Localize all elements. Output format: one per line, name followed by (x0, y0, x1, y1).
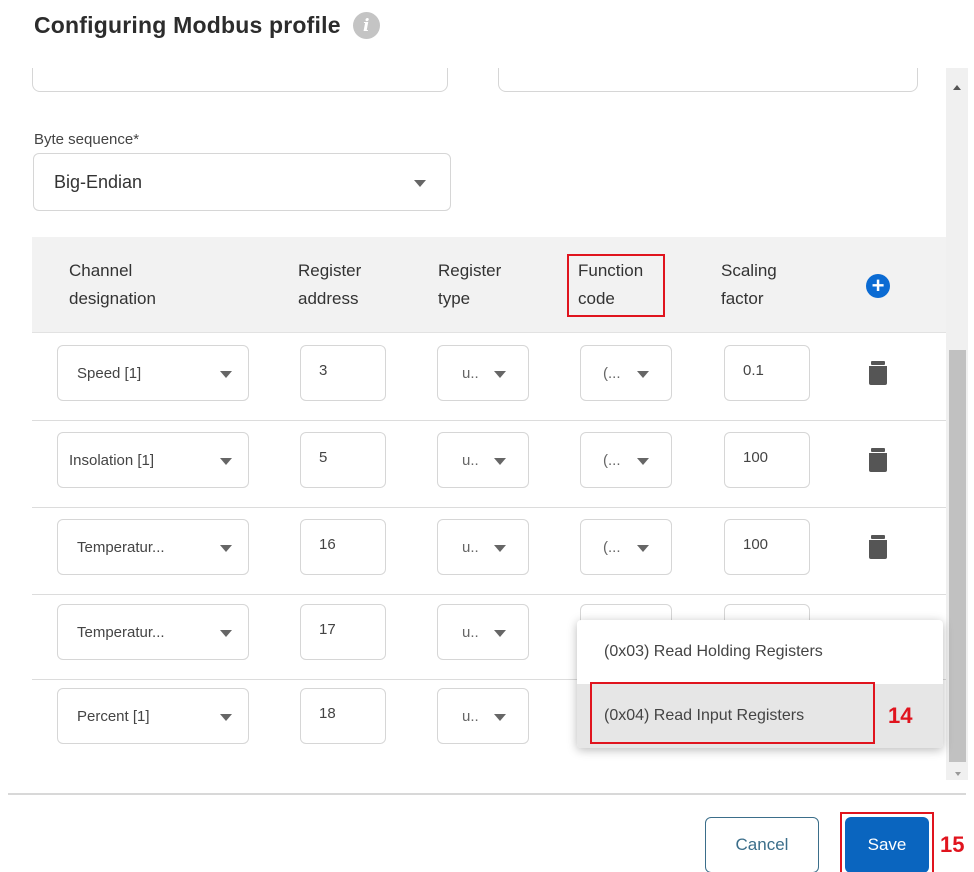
save-button[interactable]: Save (845, 817, 929, 872)
scroll-up-icon[interactable] (953, 85, 961, 90)
chevron-down-icon (494, 714, 506, 721)
function-code-select[interactable]: (... (580, 345, 672, 401)
byte-sequence-label: Byte sequence* (34, 131, 140, 148)
chevron-down-icon (220, 714, 232, 721)
channel-select[interactable]: Percent [1] (57, 688, 249, 744)
footer-divider (8, 793, 966, 795)
register-address-input[interactable]: 3 (300, 345, 386, 401)
channel-select[interactable]: Insolation [1] (57, 432, 249, 488)
partial-field-right[interactable] (498, 68, 918, 92)
register-address-input[interactable]: 17 (300, 604, 386, 660)
step-marker-14: 14 (888, 703, 913, 728)
chevron-down-icon (414, 180, 426, 187)
dialog-title: Configuring Modbus profile (34, 12, 341, 38)
header-register-address: Register address (298, 261, 362, 308)
scaling-factor-input[interactable]: 100 (724, 519, 810, 575)
register-address-input[interactable]: 5 (300, 432, 386, 488)
scrollbar-thumb[interactable] (949, 350, 966, 762)
channel-select[interactable]: Temperatur... (57, 604, 249, 660)
header-scaling-factor: Scaling factor (721, 261, 777, 308)
function-code-select[interactable]: (... (580, 432, 672, 488)
partial-field-left[interactable] (32, 68, 448, 92)
register-type-select[interactable]: u.. (437, 432, 529, 488)
header-channel-designation: Channel designation (69, 261, 156, 308)
register-address-input[interactable]: 18 (300, 688, 386, 744)
table-row: Insolation [1] 5 u.. (... 100 (32, 420, 946, 508)
chevron-down-icon (494, 371, 506, 378)
chevron-down-icon (220, 458, 232, 465)
chevron-down-icon (637, 371, 649, 378)
scaling-factor-input[interactable]: 100 (724, 432, 810, 488)
register-type-select[interactable]: u.. (437, 519, 529, 575)
info-icon[interactable]: i (352, 12, 380, 39)
dialog-title-bar: Configuring Modbus profile i (34, 12, 380, 39)
byte-sequence-select[interactable]: Big-Endian (33, 153, 451, 211)
header-register-type: Register type (438, 261, 502, 308)
register-address-input[interactable]: 16 (300, 519, 386, 575)
register-type-select[interactable]: u.. (437, 688, 529, 744)
chevron-down-icon (637, 545, 649, 552)
register-type-select[interactable]: u.. (437, 345, 529, 401)
trash-icon[interactable] (868, 448, 888, 472)
channel-select[interactable]: Speed [1] (57, 345, 249, 401)
chevron-down-icon (494, 545, 506, 552)
table-header: Channel designation Register address Regis… (32, 237, 946, 333)
byte-sequence-value: Big-Endian (54, 171, 143, 192)
chevron-down-icon (220, 371, 232, 378)
function-code-select[interactable]: (... (580, 519, 672, 575)
option-read-holding-registers[interactable]: (0x03) Read Holding Registers (577, 620, 943, 684)
option-highlight (590, 682, 875, 744)
add-channel-icon[interactable]: + (866, 274, 890, 298)
table-row: Temperatur... 16 u.. (... 100 (32, 507, 946, 595)
chevron-down-icon (637, 458, 649, 465)
step-marker-15: 15 (940, 832, 965, 857)
trash-icon[interactable] (868, 535, 888, 559)
register-type-select[interactable]: u.. (437, 604, 529, 660)
table-row: Speed [1] 3 u.. (... 0.1 (32, 333, 946, 421)
channel-select[interactable]: Temperatur... (57, 519, 249, 575)
cancel-button[interactable]: Cancel (705, 817, 819, 872)
scroll-down-icon[interactable] (955, 772, 961, 776)
chevron-down-icon (220, 630, 232, 637)
chevron-down-icon (220, 545, 232, 552)
chevron-down-icon (494, 458, 506, 465)
chevron-down-icon (494, 630, 506, 637)
scaling-factor-input[interactable]: 0.1 (724, 345, 810, 401)
trash-icon[interactable] (868, 361, 888, 385)
function-code-highlight (567, 254, 665, 317)
